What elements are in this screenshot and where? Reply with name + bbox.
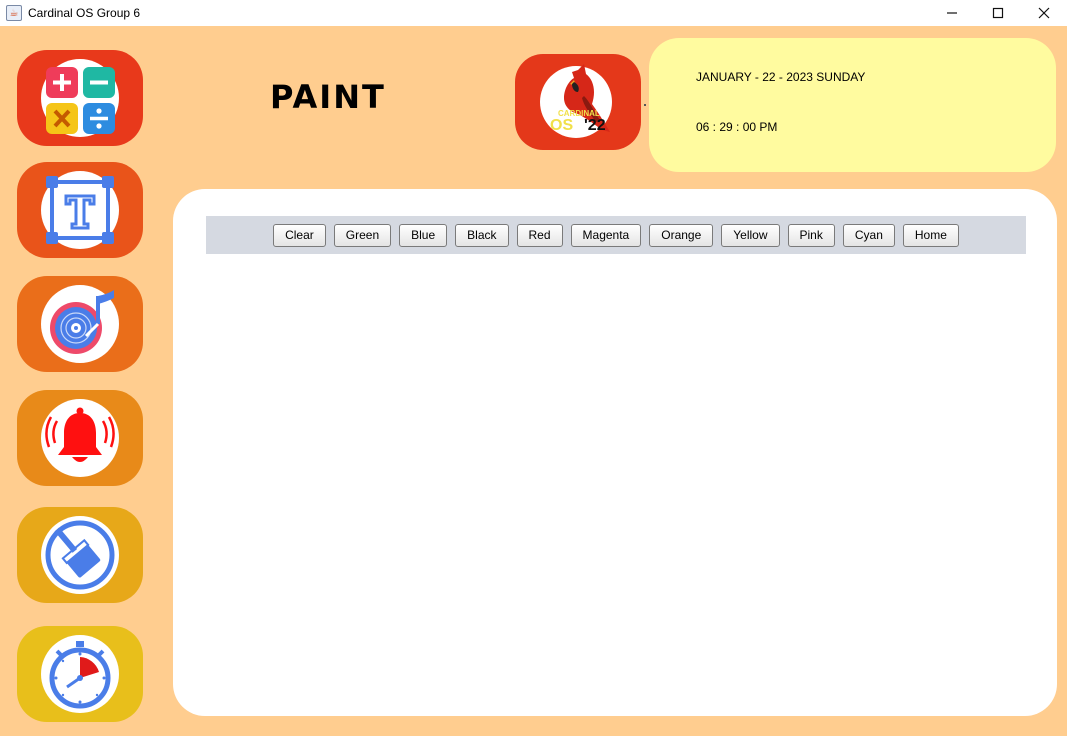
sidebar-item-text-editor[interactable] xyxy=(17,162,143,258)
logo-text-year: '22 xyxy=(584,117,606,134)
datetime-panel: JANUARY - 22 - 2023 SUNDAY 06 : 29 : 00 … xyxy=(649,38,1056,172)
red-button[interactable]: Red xyxy=(516,223,563,247)
magenta-button[interactable]: Magenta xyxy=(570,223,642,247)
yellow-button[interactable]: Yellow xyxy=(721,223,780,247)
paint-toolbar: Clear Green Blue Black Red Magenta Orang… xyxy=(206,216,1026,254)
clear-button[interactable]: Clear xyxy=(273,223,326,247)
stopwatch-icon xyxy=(41,635,119,713)
music-icon xyxy=(41,285,119,363)
cyan-button[interactable]: Cyan xyxy=(842,223,895,247)
cardinal-logo: CARDINAL OS '22 xyxy=(515,54,641,150)
calculator-icon xyxy=(41,59,119,137)
page-title: PAINT xyxy=(270,78,386,116)
maximize-button[interactable] xyxy=(975,0,1021,26)
window-title: Cardinal OS Group 6 xyxy=(28,6,141,20)
pink-button[interactable]: Pink xyxy=(787,223,835,247)
date-label: JANUARY - 22 - 2023 SUNDAY xyxy=(696,70,866,84)
maximize-icon xyxy=(992,7,1004,19)
sidebar-item-paint[interactable] xyxy=(17,507,143,603)
java-icon: ☕ xyxy=(6,5,22,21)
orange-button[interactable]: Orange xyxy=(649,223,714,247)
sidebar-item-alarm[interactable] xyxy=(17,390,143,486)
cardinal-logo-icon: CARDINAL OS '22 xyxy=(540,64,612,138)
green-button[interactable]: Green xyxy=(333,223,392,247)
window-titlebar: ☕ Cardinal OS Group 6 xyxy=(0,0,1067,26)
minimize-icon xyxy=(947,12,957,14)
logo-text-os: OS xyxy=(550,117,573,134)
paint-canvas[interactable]: Clear Green Blue Black Red Magenta Orang… xyxy=(173,189,1057,716)
time-label: 06 : 29 : 00 PM xyxy=(696,120,778,134)
alarm-bell-icon xyxy=(41,399,119,477)
divider-dot xyxy=(644,104,646,106)
close-button[interactable] xyxy=(1021,0,1067,26)
close-icon xyxy=(1038,7,1050,19)
blue-button[interactable]: Blue xyxy=(399,223,448,247)
black-button[interactable]: Black xyxy=(455,223,509,247)
window-controls xyxy=(929,0,1067,26)
sidebar-item-music[interactable] xyxy=(17,276,143,372)
text-editor-icon xyxy=(41,171,119,249)
paint-brush-icon xyxy=(41,516,119,594)
sidebar-item-calculator[interactable] xyxy=(17,50,143,146)
sidebar-item-timer[interactable] xyxy=(17,626,143,722)
home-button[interactable]: Home xyxy=(902,223,959,247)
minimize-button[interactable] xyxy=(929,0,975,26)
